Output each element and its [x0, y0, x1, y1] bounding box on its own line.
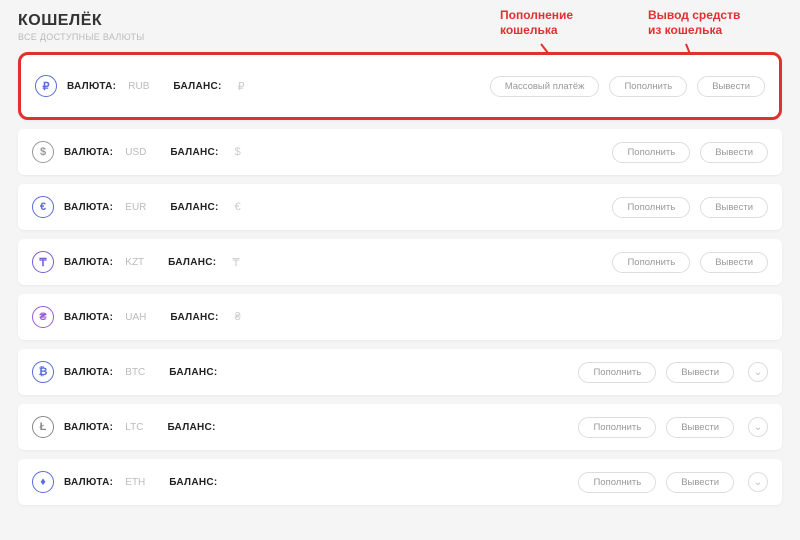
deposit-button[interactable]: Пополнить: [612, 252, 690, 273]
currency-code: EUR: [125, 202, 146, 213]
wallet-row-eur: € ВАЛЮТА: EUR БАЛАНС: € Пополнить Вывести: [18, 184, 782, 230]
balance-symbol: €: [235, 201, 241, 213]
currency-label: ВАЛЮТА:: [64, 367, 113, 378]
withdraw-button[interactable]: Вывести: [700, 252, 768, 273]
wallet-row-btc: ₿ ВАЛЮТА: BTC БАЛАНС: Пополнить Вывести ⌄: [18, 349, 782, 395]
mass-payment-button[interactable]: Массовый платёж: [490, 76, 600, 97]
page-subtitle: ВСЕ ДОСТУПНЫЕ ВАЛЮТЫ: [18, 32, 782, 42]
wallet-row-eth: ♦ ВАЛЮТА: ETH БАЛАНС: Пополнить Вывести ⌄: [18, 459, 782, 505]
wallet-row-kzt: ₸ ВАЛЮТА: KZT БАЛАНС: ₸ Пополнить Вывести: [18, 239, 782, 285]
currency-label: ВАЛЮТА:: [64, 257, 113, 268]
withdraw-button[interactable]: Вывести: [700, 197, 768, 218]
wallet-row-usd: $ ВАЛЮТА: USD БАЛАНС: $ Пополнить Вывести: [18, 129, 782, 175]
balance-symbol: $: [235, 146, 241, 158]
chevron-down-icon[interactable]: ⌄: [748, 472, 768, 492]
currency-icon: Ł: [32, 416, 54, 438]
balance-symbol: ₴: [235, 311, 241, 323]
balance-label: БАЛАНС:: [168, 257, 216, 268]
withdraw-button[interactable]: Вывести: [666, 362, 734, 383]
currency-code: RUB: [128, 81, 149, 92]
currency-label: ВАЛЮТА:: [64, 202, 113, 213]
wallet-row-uah: ₴ ВАЛЮТА: UAH БАЛАНС: ₴: [18, 294, 782, 340]
chevron-down-icon[interactable]: ⌄: [748, 362, 768, 382]
balance-symbol: ₸: [232, 256, 239, 269]
currency-icon: ₴: [32, 306, 54, 328]
wallet-row-ltc: Ł ВАЛЮТА: LTC БАЛАНС: Пополнить Вывести ⌄: [18, 404, 782, 450]
deposit-button[interactable]: Пополнить: [609, 76, 687, 97]
currency-label: ВАЛЮТА:: [64, 147, 113, 158]
balance-label: БАЛАНС:: [169, 367, 217, 378]
balance-label: БАЛАНС:: [170, 147, 218, 158]
currency-code: KZT: [125, 257, 144, 268]
page-header: КОШЕЛЁК ВСЕ ДОСТУПНЫЕ ВАЛЮТЫ: [18, 12, 782, 42]
currency-code: USD: [125, 147, 146, 158]
balance-label: БАЛАНС:: [170, 312, 218, 323]
chevron-down-icon[interactable]: ⌄: [748, 417, 768, 437]
currency-icon: $: [32, 141, 54, 163]
currency-icon: ♦: [32, 471, 54, 493]
currency-code: UAH: [125, 312, 146, 323]
currency-icon: €: [32, 196, 54, 218]
balance-label: БАЛАНС:: [173, 81, 221, 92]
currency-icon: ₿: [32, 361, 54, 383]
wallet-row-rub: ₽ ВАЛЮТА: RUB БАЛАНС: ₽ Массовый платёж Пополн…: [18, 52, 782, 120]
currency-code: BTC: [125, 367, 145, 378]
deposit-button[interactable]: Пополнить: [578, 362, 656, 383]
currency-code: ETH: [125, 477, 145, 488]
withdraw-button[interactable]: Вывести: [666, 472, 734, 493]
currency-code: LTC: [125, 422, 143, 433]
deposit-button[interactable]: Пополнить: [612, 197, 690, 218]
deposit-button[interactable]: Пополнить: [578, 417, 656, 438]
withdraw-button[interactable]: Вывести: [700, 142, 768, 163]
currency-label: ВАЛЮТА:: [64, 477, 113, 488]
currency-icon: ₸: [32, 251, 54, 273]
balance-label: БАЛАНС:: [169, 477, 217, 488]
currency-label: ВАЛЮТА:: [64, 422, 113, 433]
withdraw-button[interactable]: Вывести: [697, 76, 765, 97]
deposit-button[interactable]: Пополнить: [578, 472, 656, 493]
page-title: КОШЕЛЁК: [18, 12, 782, 30]
withdraw-button[interactable]: Вывести: [666, 417, 734, 438]
balance-label: БАЛАНС:: [167, 422, 215, 433]
currency-label: ВАЛЮТА:: [64, 312, 113, 323]
currency-label: ВАЛЮТА:: [67, 81, 116, 92]
currency-icon: ₽: [35, 75, 57, 97]
deposit-button[interactable]: Пополнить: [612, 142, 690, 163]
balance-symbol: ₽: [238, 80, 245, 93]
balance-label: БАЛАНС:: [170, 202, 218, 213]
